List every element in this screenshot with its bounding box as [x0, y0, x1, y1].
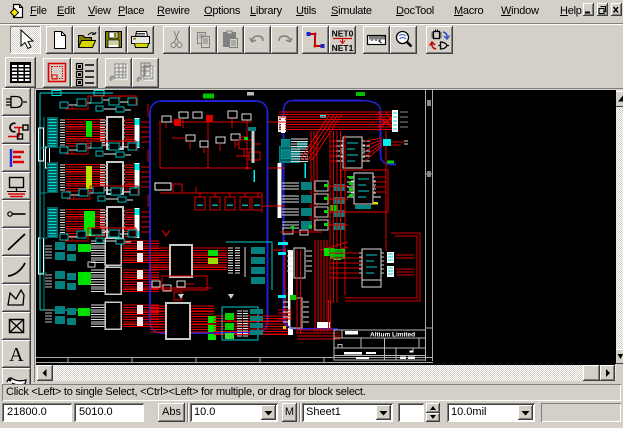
svg-text:Altium Limited: Altium Limited	[370, 332, 415, 339]
svg-text:NET0: NET0	[332, 29, 354, 39]
svg-text:A: A	[9, 344, 24, 366]
svg-text:NET1: NET1	[332, 43, 354, 53]
